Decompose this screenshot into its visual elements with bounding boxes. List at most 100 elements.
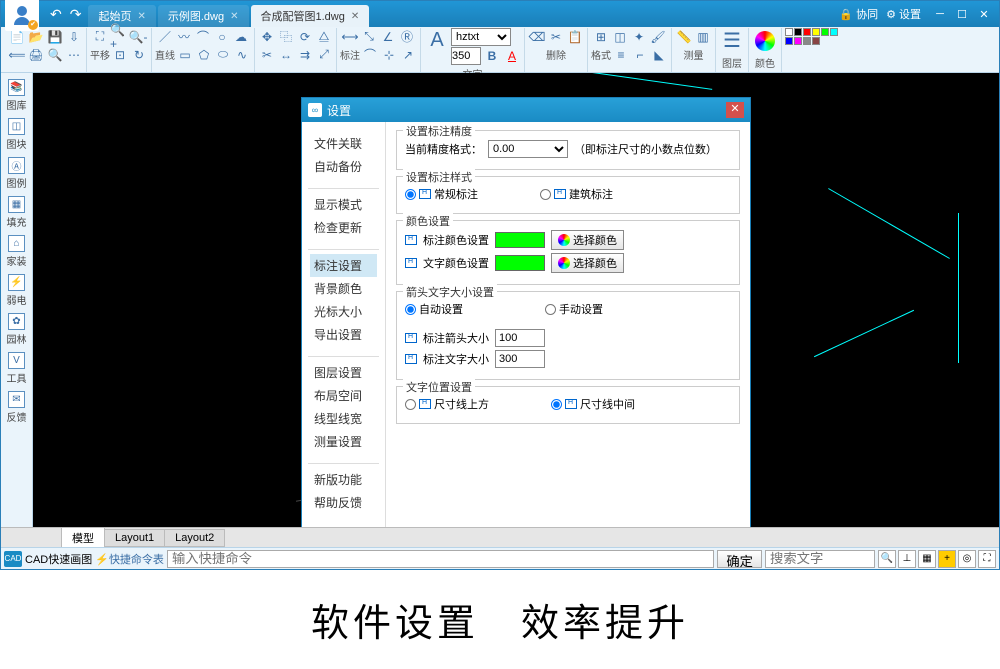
- nav-forward-icon[interactable]: ↷: [67, 6, 85, 23]
- match-icon[interactable]: 🖌: [649, 28, 667, 46]
- arrow-auto-radio[interactable]: 自动设置: [405, 301, 463, 317]
- export-icon[interactable]: ⇩: [65, 28, 83, 46]
- dim-angle-icon[interactable]: ∠: [379, 28, 397, 46]
- chamfer-icon[interactable]: ◣: [650, 46, 668, 64]
- search-input[interactable]: [765, 550, 875, 568]
- dim-coord-icon[interactable]: ⊹: [380, 46, 398, 64]
- align-icon[interactable]: ≡: [612, 46, 630, 64]
- textpos-middle-radio[interactable]: 尺寸线中间: [551, 396, 635, 412]
- side-library[interactable]: 📚图库: [3, 76, 31, 115]
- side-legend[interactable]: Ⓐ图例: [3, 154, 31, 193]
- polyline-icon[interactable]: 〰: [175, 28, 193, 46]
- trim-icon[interactable]: ✂: [258, 46, 276, 64]
- tab-layout2[interactable]: Layout2: [164, 529, 225, 547]
- command-input[interactable]: [167, 550, 714, 568]
- spline-icon[interactable]: ∿: [233, 46, 251, 64]
- tab-current[interactable]: 合成配管图1.dwg✕: [251, 5, 370, 27]
- nav-cursor[interactable]: 光标大小: [310, 300, 377, 323]
- side-feedback[interactable]: ✉反馈: [3, 388, 31, 427]
- side-block[interactable]: ◫图块: [3, 115, 31, 154]
- layer-icon[interactable]: ☰: [719, 28, 745, 54]
- dialog-close-icon[interactable]: ✕: [726, 102, 744, 118]
- zoom-window-icon[interactable]: ⛶: [91, 28, 109, 46]
- line-icon[interactable]: ／: [156, 28, 174, 46]
- close-icon[interactable]: ✕: [137, 11, 145, 22]
- zoom-out-icon[interactable]: 🔍-: [129, 28, 147, 46]
- target-icon[interactable]: ◎: [958, 550, 976, 568]
- font-color-icon[interactable]: A: [503, 47, 521, 65]
- fillet-icon[interactable]: ⌐: [631, 46, 649, 64]
- close-icon[interactable]: ✕: [230, 11, 238, 22]
- mirror-icon[interactable]: ⧋: [315, 28, 333, 46]
- area-icon[interactable]: ▥: [694, 28, 712, 46]
- fullscreen-icon[interactable]: ⛶: [978, 550, 996, 568]
- dim-linear-icon[interactable]: ⟷: [341, 28, 359, 46]
- font-size-input[interactable]: [451, 47, 481, 65]
- search-icon[interactable]: 🔍: [878, 550, 896, 568]
- dim-align-icon[interactable]: ⤡: [360, 28, 378, 46]
- nav-auto-backup[interactable]: 自动备份: [310, 155, 377, 178]
- dim-radius-icon[interactable]: Ⓡ: [398, 28, 416, 46]
- rect-icon[interactable]: ▭: [176, 46, 194, 64]
- precision-combo[interactable]: 0.00: [488, 140, 568, 158]
- zoom-in-icon[interactable]: 🔍+: [110, 28, 128, 46]
- dist-icon[interactable]: 📏: [675, 28, 693, 46]
- drawing-canvas[interactable]: ▲ ▲ ∞ 设置 ✕ 文件关联 自动备份 显示模式: [33, 73, 999, 527]
- nav-file-assoc[interactable]: 文件关联: [310, 132, 377, 155]
- style-arch-radio[interactable]: 建筑标注: [540, 186, 613, 202]
- font-combo[interactable]: hztxt: [451, 28, 511, 46]
- color-wheel-icon[interactable]: [752, 28, 778, 54]
- copy-icon[interactable]: ⿻: [277, 28, 295, 46]
- save-icon[interactable]: 💾: [46, 28, 64, 46]
- nav-bg-color[interactable]: 背景颜色: [310, 277, 377, 300]
- side-hatch[interactable]: ▦填充: [3, 193, 31, 232]
- erase-icon[interactable]: ⌫: [528, 28, 546, 46]
- refresh-icon[interactable]: ↻: [130, 46, 148, 64]
- bold-icon[interactable]: B: [483, 47, 501, 65]
- text-color-picker[interactable]: 选择颜色: [551, 253, 624, 273]
- settings-button[interactable]: ⚙ 设置: [886, 6, 921, 22]
- arrow-manual-radio[interactable]: 手动设置: [545, 301, 603, 317]
- polygon-icon[interactable]: ⬠: [195, 46, 213, 64]
- explode-icon[interactable]: ✦: [630, 28, 648, 46]
- print-icon[interactable]: 🖨: [27, 46, 45, 64]
- maximize-icon[interactable]: ☐: [951, 5, 973, 23]
- user-avatar[interactable]: ✔: [5, 0, 39, 31]
- tab-layout1[interactable]: Layout1: [104, 529, 165, 547]
- shortcut-link[interactable]: ⚡快捷命令表: [95, 551, 164, 567]
- ortho-icon[interactable]: ⊥: [898, 550, 916, 568]
- find-icon[interactable]: 🔍: [46, 46, 64, 64]
- arc-icon[interactable]: ⌒: [194, 28, 212, 46]
- text-icon[interactable]: A: [424, 28, 450, 54]
- arrow-size-input[interactable]: [495, 329, 545, 347]
- ellipse-icon[interactable]: ⬭: [214, 46, 232, 64]
- nav-whatsnew[interactable]: 新版功能: [310, 468, 377, 491]
- dialog-titlebar[interactable]: ∞ 设置 ✕: [302, 98, 750, 122]
- tab-model[interactable]: 模型: [61, 527, 105, 549]
- dim-arc-icon[interactable]: ⌒: [361, 46, 379, 64]
- nav-display[interactable]: 显示模式: [310, 193, 377, 216]
- cloud-icon[interactable]: ☁: [232, 28, 250, 46]
- snap-icon[interactable]: ▦: [918, 550, 936, 568]
- side-tools[interactable]: V工具: [3, 349, 31, 388]
- cut-icon[interactable]: ✂: [547, 28, 565, 46]
- dim-leader-icon[interactable]: ↗: [399, 46, 417, 64]
- array-icon[interactable]: ⊞: [592, 28, 610, 46]
- textpos-above-radio[interactable]: 尺寸线上方: [405, 396, 489, 412]
- zoom-fit-icon[interactable]: ⊡: [111, 46, 129, 64]
- text-size-input[interactable]: [495, 350, 545, 368]
- close-icon[interactable]: ✕: [351, 11, 359, 22]
- extend-icon[interactable]: ↔: [277, 46, 295, 64]
- nav-layout[interactable]: 布局空间: [310, 384, 377, 407]
- nav-dim-settings[interactable]: 标注设置: [310, 254, 377, 277]
- offset-icon[interactable]: ⇉: [296, 46, 314, 64]
- command-ok-button[interactable]: 确定: [717, 550, 762, 568]
- dim-color-picker[interactable]: 选择颜色: [551, 230, 624, 250]
- nav-help[interactable]: 帮助反馈: [310, 491, 377, 514]
- block-icon[interactable]: ◫: [611, 28, 629, 46]
- circle-icon[interactable]: ○: [213, 28, 231, 46]
- side-home[interactable]: ⌂家装: [3, 232, 31, 271]
- nav-measure[interactable]: 测量设置: [310, 430, 377, 453]
- more-icon[interactable]: ⋯: [65, 46, 83, 64]
- style-normal-radio[interactable]: 常规标注: [405, 186, 478, 202]
